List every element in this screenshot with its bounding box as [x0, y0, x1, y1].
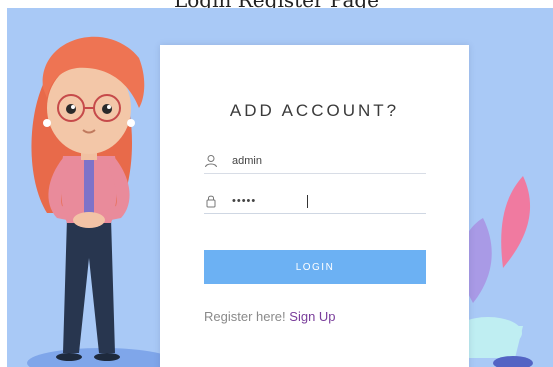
- register-line: Register here! Sign Up: [204, 309, 336, 324]
- lock-icon: [206, 195, 216, 208]
- password-field: [204, 191, 426, 214]
- register-text: Register here!: [204, 309, 286, 324]
- login-title: ADD ACCOUNT?: [229, 101, 400, 120]
- user-icon: [205, 155, 217, 168]
- woman-illustration: [31, 36, 145, 361]
- login-scene: ADD ACCOUNT? LOGIN Register here! Sign U…: [7, 8, 553, 367]
- username-field: [204, 151, 426, 174]
- login-button[interactable]: LOGIN: [204, 250, 426, 284]
- signup-link[interactable]: Sign Up: [289, 309, 335, 324]
- username-input[interactable]: [232, 151, 422, 171]
- text-caret: [307, 195, 308, 208]
- login-card: ADD ACCOUNT? LOGIN Register here! Sign U…: [160, 45, 469, 367]
- password-input[interactable]: [232, 191, 422, 211]
